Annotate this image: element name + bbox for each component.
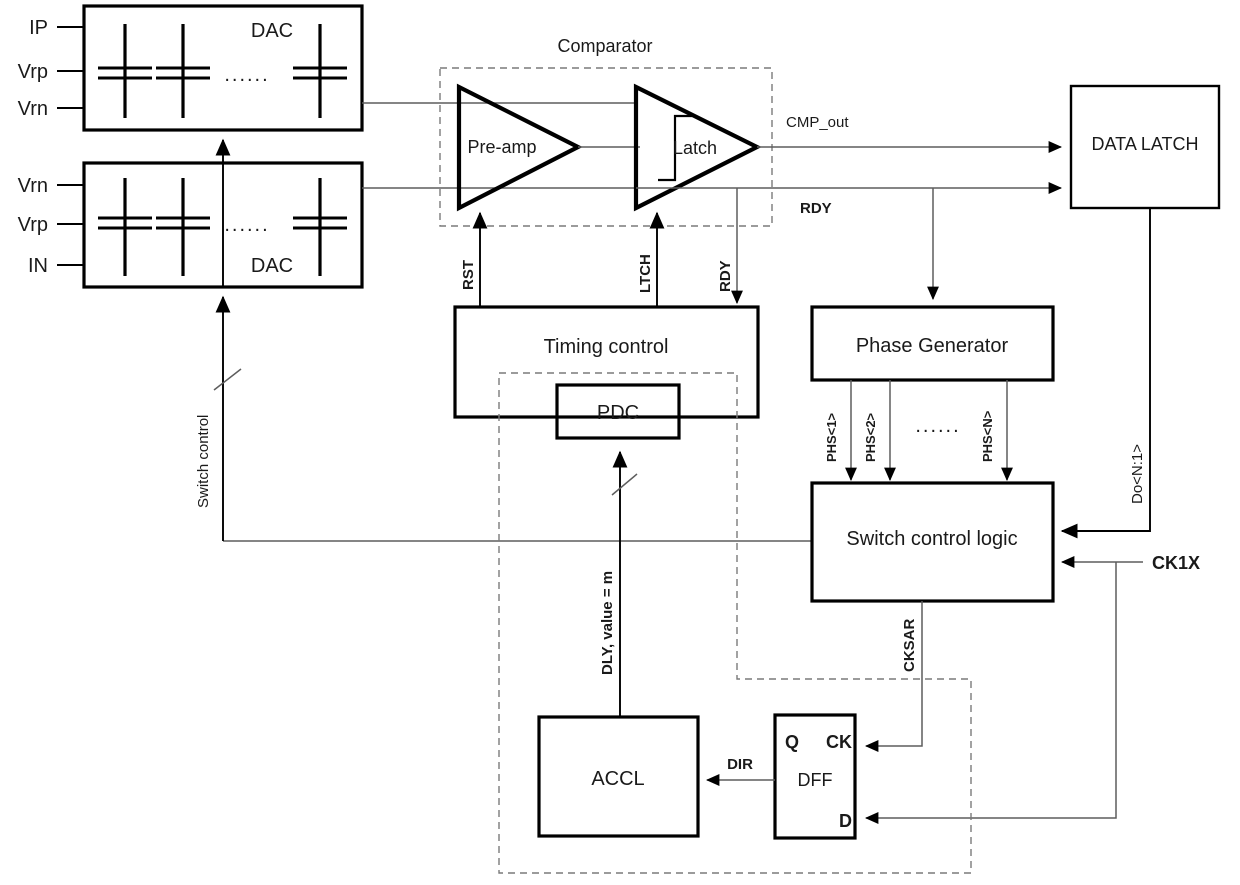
phase-signal-wires: PHS<1> PHS<2> PHS<N> ...... [824, 380, 1013, 482]
dff-label: DFF [798, 770, 833, 790]
dly-bus: DLY, value = m [599, 450, 638, 718]
dff-pin-ck-label: CK [826, 732, 852, 752]
accl-label: ACCL [591, 768, 644, 790]
input-label-vrn-bot: Vrn [18, 175, 48, 197]
signal-label-rdy-bus: RDY [800, 200, 832, 217]
latch-label: Latch [673, 138, 717, 158]
signal-label-cksar: CKSAR [901, 618, 918, 672]
capacitor-symbol [293, 24, 347, 118]
phase-ellipsis: ...... [915, 415, 960, 437]
input-label-vrp-top: Vrp [18, 61, 48, 83]
signal-label-ck1x: CK1X [1152, 553, 1200, 573]
preamp-label: Pre-amp [467, 137, 536, 157]
top-dac-input-group: IP Vrp Vrn [18, 17, 84, 120]
capacitor-symbol [156, 24, 210, 118]
phase-generator-block[interactable]: Phase Generator [810, 305, 1055, 382]
input-label-vrn-top: Vrn [18, 98, 48, 120]
signal-label-cmp-out: CMP_out [786, 114, 849, 131]
data-latch-block[interactable]: DATA LATCH [1069, 84, 1221, 210]
cksar-path: CKSAR [864, 601, 923, 752]
accl-block[interactable]: ACCL [537, 715, 700, 838]
signal-label-rdy-down: RDY [717, 260, 734, 292]
dac-top-label: DAC [251, 20, 293, 42]
pdc-block[interactable]: PDC [555, 383, 681, 440]
input-label-ip: IP [29, 17, 48, 39]
signal-label-phs-1: PHS<1> [824, 412, 839, 462]
dac-top-block[interactable]: DAC ...... [82, 4, 364, 132]
bus-slash-dly [611, 473, 638, 496]
block-diagram-svg: IP Vrp Vrn DAC ...... Vrn Vrp IN DAC ...… [18, 4, 1221, 874]
timing-control-label: Timing control [544, 336, 669, 358]
preamp-block[interactable]: Pre-amp [456, 83, 640, 212]
phase-generator-label: Phase Generator [856, 335, 1009, 357]
dff-block[interactable]: Q CK DFF D [773, 713, 857, 840]
timing-control-outline [453, 305, 760, 419]
switch-control-logic-block[interactable]: Switch control logic [810, 481, 1055, 603]
signal-label-ltch: LTCH [637, 254, 654, 293]
latch-block[interactable]: Latch [633, 83, 762, 212]
signal-label-do-bus: Do<N:1> [1129, 444, 1146, 504]
switch-control-bus: Switch control [195, 138, 812, 542]
diagram-canvas: IP Vrp Vrn DAC ...... Vrn Vrp IN DAC ...… [0, 0, 1240, 885]
comparator-group-label: Comparator [557, 36, 652, 56]
signal-label-dir: DIR [727, 756, 753, 773]
bottom-dac-input-group: Vrn Vrp IN [18, 175, 84, 277]
dff-pin-q-label: Q [785, 732, 799, 752]
dff-pin-d-label: D [839, 811, 852, 831]
signal-label-phs-2: PHS<2> [863, 412, 878, 462]
comparator-control-wires: RST LTCH RDY [460, 188, 743, 307]
dac-top-ellipsis: ...... [224, 64, 269, 86]
bus-slash-switch-control [213, 368, 242, 391]
input-label-in: IN [28, 255, 48, 277]
dir-wire-group: DIR [705, 756, 775, 786]
capacitor-symbol [98, 178, 152, 276]
capacitor-symbol [293, 178, 347, 276]
pdc-label: PDC [597, 402, 639, 424]
signal-label-dly: DLY, value = m [599, 571, 616, 675]
signal-label-phs-n: PHS<N> [980, 410, 995, 462]
ck1x-input: CK1X [864, 553, 1200, 824]
dac-bottom-ellipsis: ...... [224, 214, 269, 236]
timing-control-block[interactable]: Timing control [453, 305, 760, 419]
signal-label-rst: RST [460, 260, 477, 290]
dac-top-capacitors [98, 24, 347, 118]
switch-control-logic-label: Switch control logic [846, 528, 1017, 550]
do-bus-path: Do<N:1> [1060, 208, 1151, 539]
capacitor-symbol [98, 24, 152, 118]
signal-label-switch-control: Switch control [195, 415, 212, 508]
data-latch-label: DATA LATCH [1091, 134, 1198, 154]
input-label-vrp-bot: Vrp [18, 214, 48, 236]
dac-bottom-label: DAC [251, 255, 293, 277]
capacitor-symbol [156, 178, 210, 276]
comparator-output-wires: CMP_out RDY [636, 114, 1063, 217]
